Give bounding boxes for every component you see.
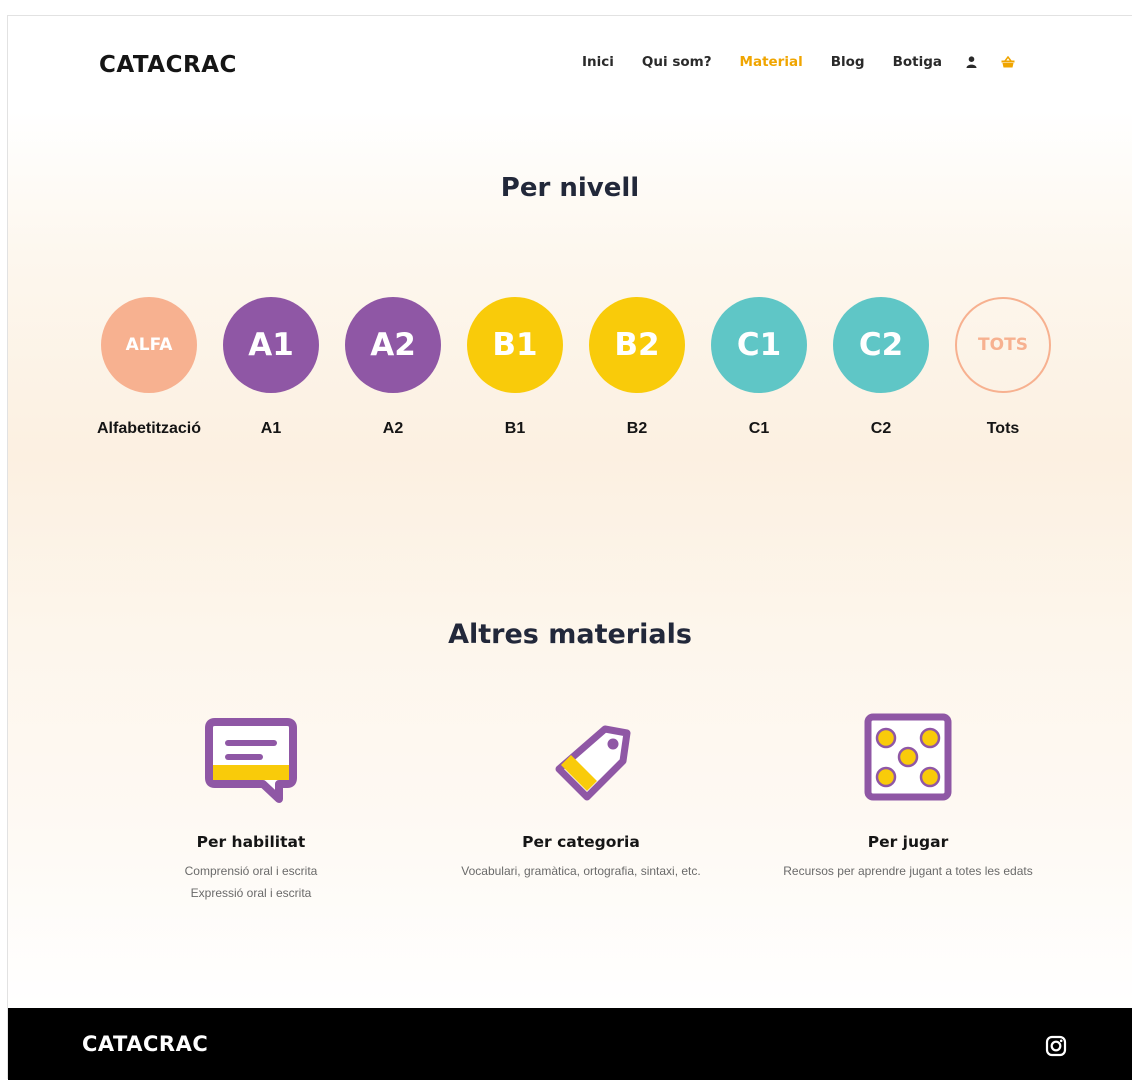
material-title-jugar: Per jugar [867,833,949,851]
level-label-alfa: Alfabetització [96,420,201,437]
footer-logo[interactable]: CATACRAC [82,1032,208,1056]
level-label-a2: A2 [382,420,404,437]
level-badge-a1: A1 [223,297,319,393]
level-item-a1[interactable]: A1 A1 [206,297,336,438]
level-item-a2[interactable]: A2 A2 [328,297,458,438]
material-item-jugar[interactable]: Per jugar Recursos per aprendre jugant a… [738,713,1078,882]
material-desc-jugar: Recursos per aprendre jugant a totes les… [783,864,1033,878]
dice-icon [864,713,952,801]
level-badge-c2: C2 [833,297,929,393]
material-desc-habilitat-1: Comprensió oral i escrita [184,864,318,878]
level-label-a1: A1 [260,420,282,437]
page-frame: CATACRAC Inici Qui som? Material Blog Bo… [7,15,1132,1080]
material-item-categoria[interactable]: Per categoria Vocabulari, gramàtica, ort… [411,713,751,882]
level-badge-c1: C1 [711,297,807,393]
level-item-alfa[interactable]: ALFA Alfabetització [84,297,214,438]
nav-item-material[interactable]: Material [740,54,803,70]
level-item-c2[interactable]: C2 C2 [816,297,946,438]
level-badge-tots: TOTS [955,297,1051,393]
level-badge-alfa: ALFA [101,297,197,393]
site-logo[interactable]: CATACRAC [99,52,237,78]
level-label-b1: B1 [504,420,526,437]
materials-section-title: Altres materials [448,619,692,650]
site-header: CATACRAC Inici Qui som? Material Blog Bo… [8,16,1132,111]
user-icon[interactable] [966,56,977,68]
main-nav: Inici Qui som? Material Blog Botiga [554,54,1015,70]
level-badge-b1: B1 [467,297,563,393]
speech-bubble-icon [205,718,297,803]
nav-item-botiga[interactable]: Botiga [893,54,942,70]
level-label-tots: Tots [986,420,1020,437]
material-title-categoria: Per categoria [522,833,640,851]
material-item-habilitat[interactable]: Per habilitat Comprensió oral i escrita … [81,713,421,904]
level-item-b1[interactable]: B1 B1 [450,297,580,438]
instagram-icon[interactable] [1045,1035,1067,1062]
material-title-habilitat: Per habilitat [196,833,306,851]
level-item-c1[interactable]: C1 C1 [694,297,824,438]
material-desc-habilitat-2: Expressió oral i escrita [190,886,312,900]
level-label-c2: C2 [870,420,892,437]
material-desc-categoria: Vocabulari, gramàtica, ortografia, sinta… [461,864,701,878]
level-item-b2[interactable]: B2 B2 [572,297,702,438]
nav-item-qui-som[interactable]: Qui som? [642,54,712,70]
nav-item-inici[interactable]: Inici [582,54,614,70]
nav-item-blog[interactable]: Blog [831,54,865,70]
level-label-b2: B2 [626,420,648,437]
basket-icon[interactable] [1001,56,1015,68]
level-badge-b2: B2 [589,297,685,393]
tag-icon [555,725,631,801]
level-label-c1: C1 [748,420,770,437]
site-footer: CATACRAC [8,1008,1132,1080]
level-badge-a2: A2 [345,297,441,393]
levels-section-title: Per nivell [500,173,640,203]
level-item-tots[interactable]: TOTS Tots [938,297,1068,438]
